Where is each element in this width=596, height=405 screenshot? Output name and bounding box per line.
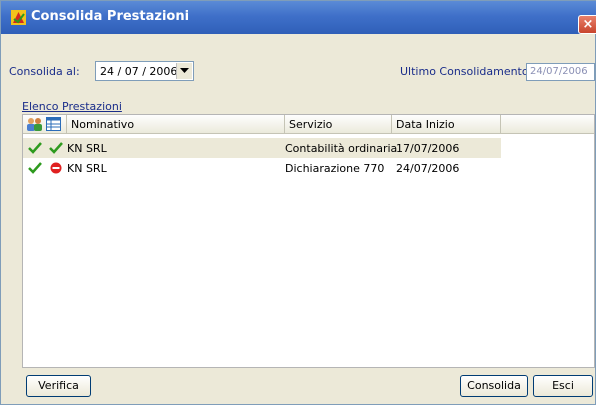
table-row[interactable]: KN SRL Contabilità ordinaria 17/07/2006 — [23, 138, 501, 158]
list-header: Nominativo Servizio Data Inizio — [23, 115, 594, 134]
consolida-button[interactable]: Consolida — [460, 375, 528, 397]
verifica-button[interactable]: Verifica — [26, 375, 91, 397]
check-icon — [28, 162, 42, 174]
elenco-prestazioni-label: Elenco Prestazioni — [22, 100, 122, 113]
table-row[interactable]: KN SRL Dichiarazione 770 24/07/2006 — [23, 158, 501, 178]
column-header-filler — [501, 115, 594, 133]
ultimo-consolidamento-label: Ultimo Consolidamento: — [400, 65, 533, 78]
esci-button[interactable]: Esci — [533, 375, 593, 397]
title-bar[interactable]: Consolida Prestazioni × — [1, 1, 596, 34]
check-icon — [49, 142, 63, 154]
ultimo-consolidamento-field: 24/07/2006 — [526, 63, 595, 81]
cell-nominativo: KN SRL — [67, 142, 107, 155]
table-icon[interactable] — [46, 117, 61, 131]
users-icon[interactable] — [26, 117, 43, 131]
consolida-al-label: Consolida al: — [9, 65, 80, 78]
header-icons-cell — [23, 115, 67, 133]
cell-data-inizio: 24/07/2006 — [396, 162, 460, 175]
consolida-date-value: 24 / 07 / 2006 — [100, 65, 178, 78]
window-title: Consolida Prestazioni — [31, 9, 190, 24]
check-icon — [28, 142, 42, 154]
chevron-down-icon — [180, 68, 189, 73]
cell-nominativo: KN SRL — [67, 162, 107, 175]
column-header-data-inizio[interactable]: Data Inizio — [392, 115, 501, 133]
consolida-date-combo[interactable]: 24 / 07 / 2006 — [95, 61, 194, 81]
date-dropdown-button[interactable] — [176, 63, 192, 79]
prestazioni-list[interactable]: Nominativo Servizio Data Inizio KN SRL C… — [22, 114, 595, 368]
consolida-prestazioni-window: Consolida Prestazioni × Consolida al: 24… — [0, 0, 596, 405]
cell-servizio: Dichiarazione 770 — [285, 162, 385, 175]
column-header-nominativo[interactable]: Nominativo — [67, 115, 285, 133]
cell-servizio: Contabilità ordinaria — [285, 142, 398, 155]
close-button[interactable]: × — [578, 15, 596, 34]
app-logo-icon — [11, 10, 26, 25]
close-icon: × — [582, 17, 594, 32]
cell-data-inizio: 17/07/2006 — [396, 142, 460, 155]
no-entry-icon — [50, 162, 62, 174]
column-header-servizio[interactable]: Servizio — [285, 115, 392, 133]
